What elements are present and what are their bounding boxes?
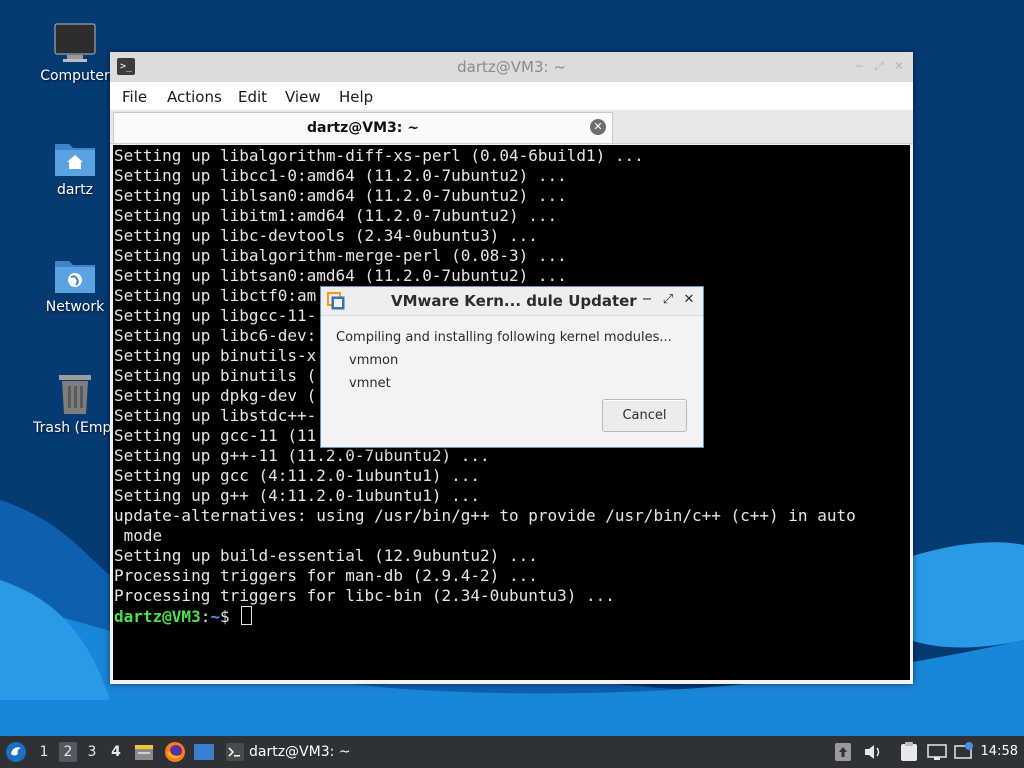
desktop-icon-label: Trash (Empt [33,420,117,436]
terminal-titlebar[interactable]: >_ dartz@VM3: ~ − ⤢ ✕ [110,52,913,82]
home-folder-icon [55,144,95,176]
cancel-button[interactable]: Cancel [602,399,687,432]
prompt-separator: : [200,607,211,626]
menu-help[interactable]: Help [339,88,373,106]
terminal-prompt-line: dartz@VM3:~$ [114,606,856,627]
desktop-icon-label: dartz [56,182,94,198]
maximize-icon[interactable]: ⤢ [661,292,675,308]
task-terminal-label[interactable]: dartz@VM3: ~ [249,744,351,760]
terminal-line: update-alternatives: using /usr/bin/g++ … [114,506,856,525]
updates-icon[interactable] [835,743,851,761]
desktop-icon-computer[interactable]: Computer [27,22,123,84]
module-item: vmmon [349,353,399,368]
menubar: File Actions Edit View Help [110,82,913,110]
terminal-line: Setting up g++ (4:11.2.0-1ubuntu1) ... [114,486,481,505]
terminal-line: Setting up libtsan0:amd64 (11.2.0-7ubunt… [114,266,567,285]
notification-icon[interactable] [954,742,974,760]
terminal-line: Setting up g++-11 (11.2.0-7ubuntu2) ... [114,446,490,465]
clipboard-icon[interactable] [900,742,918,762]
terminal-line: Setting up libalgorithm-merge-perl (0.08… [114,246,567,265]
minimize-icon[interactable]: − [640,292,654,308]
terminal-line: Setting up libcc1-0:amd64 (11.2.0-7ubunt… [114,166,567,185]
desktop-icon-home[interactable]: dartz [27,138,123,198]
module-item: vmnet [349,376,391,391]
start-menu-icon[interactable] [5,741,27,763]
desktop-icon-trash[interactable]: Trash (Empt [27,372,123,436]
menu-file[interactable]: File [122,88,147,106]
text-cursor [241,606,253,625]
prompt-symbol: $ [219,607,240,626]
desktop-icon-label: Computer [40,68,110,84]
minimize-icon[interactable]: − [851,58,867,74]
dialog-titlebar[interactable]: VMware Kern... dule Updater − ⤢ ✕ [321,287,703,316]
tab-terminal[interactable]: dartz@VM3: ~ ✕ [113,112,613,143]
computer-icon [54,23,96,62]
terminal-task-icon[interactable] [226,743,244,761]
network-folder-icon [55,261,95,293]
terminal-line: Processing triggers for man-db (2.9.4-2)… [114,566,538,585]
maximize-icon[interactable]: ⤢ [871,58,887,74]
terminal-line: Setting up liblsan0:amd64 (11.2.0-7ubunt… [114,186,567,205]
trash-icon [59,375,91,414]
terminal-line: Setting up build-essential (12.9ubuntu2)… [114,546,538,565]
terminal-line: Setting up libitm1:amd64 (11.2.0-7ubuntu… [114,206,558,225]
tab-close-icon[interactable]: ✕ [590,119,606,135]
volume-icon[interactable] [863,744,883,760]
menu-view[interactable]: View [285,88,321,106]
terminal-line: Setting up gcc (4:11.2.0-1ubuntu1) ... [114,466,481,485]
terminal-line: Processing triggers for libc-bin (2.34-0… [114,586,615,605]
workspace-2[interactable]: 2 [59,742,77,762]
workspace-1[interactable]: 1 [35,742,53,762]
close-icon[interactable]: ✕ [682,292,696,308]
file-manager-icon[interactable] [134,742,154,762]
menu-actions[interactable]: Actions [167,88,222,106]
workspace-4[interactable]: 4 [107,742,125,762]
close-icon[interactable]: ✕ [891,58,907,74]
firefox-icon[interactable] [164,741,186,763]
dialog-message: Compiling and installing following kerne… [336,330,672,345]
tab-label: dartz@VM3: ~ [307,120,419,136]
desktop-icon-label: Network [45,299,105,315]
desktop-icon-network[interactable]: Network [27,255,123,315]
network-icon[interactable] [927,743,947,761]
prompt-user: dartz@VM3 [114,607,201,626]
terminal-line: Setting up libalgorithm-diff-xs-perl (0.… [114,146,644,165]
menu-edit[interactable]: Edit [238,88,267,106]
vmware-icon [327,292,345,310]
terminal-line: Setting up libc-devtools (2.34-0ubuntu3)… [114,226,538,245]
dialog-title: VMware Kern... dule Updater [391,292,637,310]
window-title: dartz@VM3: ~ [457,58,566,76]
desktop-show-icon[interactable] [193,743,215,761]
tab-strip: dartz@VM3: ~ ✕ [110,110,913,144]
kernel-module-updater-dialog[interactable]: VMware Kern... dule Updater − ⤢ ✕ Compil… [320,286,704,448]
workspace-3[interactable]: 3 [83,742,101,762]
terminal-line: mode [114,526,163,545]
taskbar: 1 2 3 4 dartz@VM3: ~ 14:58 [0,736,1024,768]
clock[interactable]: 14:58 [981,744,1018,759]
prompt-path: ~ [210,607,220,626]
